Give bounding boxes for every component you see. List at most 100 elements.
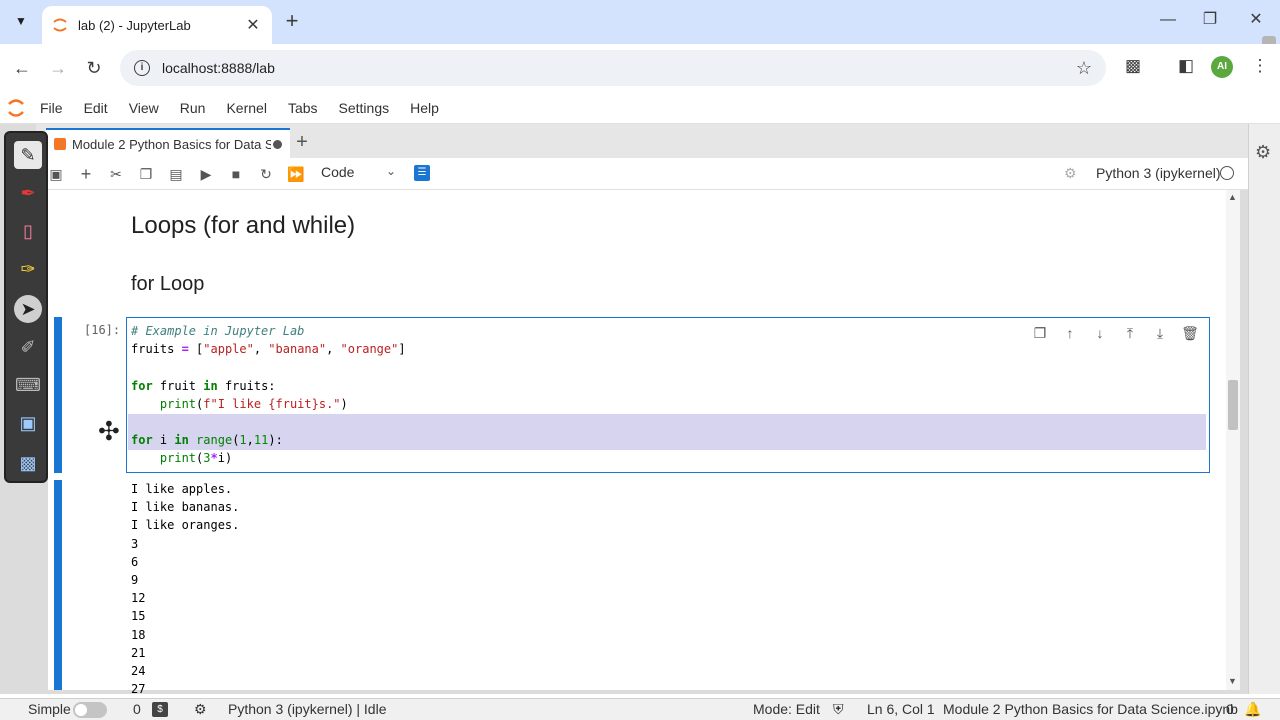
delete-trash-icon[interactable]: 🗑: [1181, 324, 1199, 342]
notebook-tab[interactable]: Module 2 Python Basics for Data Science.…: [46, 128, 290, 158]
address-bar[interactable]: i localhost:8888/lab ☆: [120, 50, 1106, 86]
forward-arrow-icon[interactable]: →: [44, 54, 72, 82]
pen-icon[interactable]: ✒: [14, 179, 42, 207]
scroll-down-arrow-icon[interactable]: ▼: [1228, 676, 1237, 686]
notebook-icon: [54, 138, 66, 150]
simple-mode-toggle[interactable]: [73, 702, 107, 718]
menu-settings[interactable]: Settings: [339, 100, 390, 116]
output-line: 21: [131, 645, 146, 660]
pointer-arrow-icon[interactable]: ➤: [14, 295, 42, 323]
move-up-arrow-icon[interactable]: ↑: [1061, 324, 1079, 342]
active-cell-indicator[interactable]: [54, 317, 62, 473]
menu-edit[interactable]: Edit: [84, 100, 108, 116]
output-line: 27: [131, 682, 146, 697]
browser-toolbar: ← → ↻ i localhost:8888/lab ☆ ▩ ◧ ⋮: [0, 44, 1280, 92]
restart-run-all-fast-forward-icon[interactable]: ⏩: [286, 164, 306, 184]
output-line: 3: [131, 536, 139, 551]
cell-output: I like apples. I like bananas. I like oran…: [131, 480, 239, 698]
back-arrow-icon[interactable]: ←: [8, 54, 36, 82]
close-icon[interactable]: ✕: [244, 15, 262, 35]
code-text[interactable]: # Example in Jupyter Lab fruits = ["appl…: [131, 322, 406, 468]
markdown-heading-loops: Loops (for and while): [131, 212, 356, 239]
browser-tabstrip: ▼ lab (2) - JupyterLab ✕ + — ❐ ✕: [0, 0, 1280, 62]
output-line: 24: [131, 664, 146, 679]
right-sidebar: ⚙: [1248, 124, 1280, 694]
terminal-icon[interactable]: $: [152, 702, 168, 717]
scroll-up-arrow-icon[interactable]: ▲: [1228, 192, 1237, 202]
notification-count: 0: [1226, 701, 1234, 717]
menu-view[interactable]: View: [129, 100, 159, 116]
browser-tab[interactable]: lab (2) - JupyterLab ✕: [42, 6, 272, 44]
site-info-icon[interactable]: i: [134, 60, 150, 76]
reload-icon[interactable]: ↻: [80, 54, 108, 82]
restore-icon[interactable]: ❐: [1200, 10, 1220, 30]
profile-avatar[interactable]: AI: [1211, 56, 1233, 78]
url-text[interactable]: localhost:8888/lab: [162, 60, 1076, 76]
browser-menu-kebab-icon[interactable]: ⋮: [1248, 56, 1272, 76]
kernel-status[interactable]: Python 3 (ipykernel) | Idle: [228, 701, 387, 717]
chevron-down-icon[interactable]: ⌄: [386, 164, 396, 178]
brush-icon[interactable]: ✐: [14, 333, 42, 361]
code-cell-editor[interactable]: # Example in Jupyter Lab fruits = ["appl…: [126, 317, 1210, 473]
output-line: 12: [131, 591, 146, 606]
screen-record-icon[interactable]: ▩: [14, 449, 42, 477]
menu-kernel[interactable]: Kernel: [226, 100, 266, 116]
whiteboard-icon[interactable]: ✎: [14, 141, 42, 169]
tab-search-chevron-icon[interactable]: ▼: [8, 8, 34, 34]
move-down-arrow-icon[interactable]: ↓: [1091, 324, 1109, 342]
terminal-count: 0: [133, 701, 141, 717]
menu-run[interactable]: Run: [180, 100, 206, 116]
cell-type-select[interactable]: Code: [321, 164, 354, 180]
keyboard-icon[interactable]: ⌨: [14, 371, 42, 399]
menu-file[interactable]: File: [40, 100, 63, 116]
copy-icon[interactable]: ❐: [136, 164, 156, 184]
jupyterlab-menubar: File Edit View Run Kernel Tabs Settings …: [0, 92, 1280, 124]
menu-help[interactable]: Help: [410, 100, 439, 116]
property-inspector-gear-icon[interactable]: ⚙: [1255, 142, 1271, 163]
side-panel-icon[interactable]: ◧: [1174, 56, 1198, 76]
interrupt-stop-icon[interactable]: ■: [226, 164, 246, 184]
paste-clipboard-icon[interactable]: ▤: [166, 164, 186, 184]
insert-below-icon[interactable]: ⤓: [1151, 324, 1169, 342]
window-close-icon[interactable]: ✕: [1246, 10, 1266, 30]
cell-toolbar: ❐ ↑ ↓ ⤒ ⤓ 🗑: [1031, 324, 1199, 342]
output-line: 18: [131, 627, 146, 642]
cursor-position[interactable]: Ln 6, Col 1: [867, 701, 935, 717]
shield-icon[interactable]: ⛨: [833, 701, 844, 718]
save-icon[interactable]: ▣: [46, 164, 66, 184]
insert-cell-plus-icon[interactable]: +: [76, 164, 96, 184]
duplicate-cell-icon[interactable]: ❐: [1031, 324, 1049, 342]
jupyter-logo-icon: [8, 98, 24, 117]
extensions-puzzle-icon[interactable]: ▩: [1121, 56, 1145, 76]
output-line: I like oranges.: [131, 518, 240, 533]
kernel-name[interactable]: Python 3 (ipykernel): [1096, 165, 1221, 181]
notebook-scroll-thumb[interactable]: [1228, 380, 1238, 430]
unsaved-dot-icon[interactable]: [273, 139, 282, 149]
screen-capture-icon[interactable]: ▣: [14, 409, 42, 437]
output-collapser[interactable]: [54, 480, 62, 690]
output-line: 6: [131, 554, 139, 569]
output-line: I like apples.: [131, 482, 233, 496]
kernel-activity-gear-icon: ⚙: [1064, 165, 1077, 181]
document-tabbar: Module 2 Python Basics for Data Science.…: [36, 124, 1248, 158]
run-play-icon[interactable]: ▶: [196, 164, 216, 184]
table-of-contents-icon[interactable]: ☰: [414, 165, 430, 181]
highlighter-icon[interactable]: ✑: [14, 255, 42, 283]
mode-indicator: Mode: Edit: [753, 701, 820, 717]
output-line: 15: [131, 609, 146, 624]
notebook-toolbar: ▣ + ✂ ❐ ▤ ▶ ■ ↻ ⏩ Code ⌄ ☰ ⚙ Python 3 (i…: [36, 158, 1248, 190]
minimize-icon[interactable]: —: [1158, 10, 1178, 30]
cut-scissors-icon[interactable]: ✂: [106, 164, 126, 184]
new-launcher-plus-icon[interactable]: +: [292, 130, 312, 154]
insert-above-icon[interactable]: ⤒: [1121, 324, 1139, 342]
new-tab-plus-icon[interactable]: +: [280, 10, 304, 34]
restart-kernel-icon[interactable]: ↻: [256, 164, 276, 184]
notebook-scrollbar[interactable]: [1226, 190, 1240, 690]
bookmark-star-icon[interactable]: ☆: [1076, 58, 1092, 79]
menu-tabs[interactable]: Tabs: [288, 100, 318, 116]
notification-bell-icon[interactable]: 🔔: [1244, 701, 1261, 718]
eraser-icon[interactable]: ▯: [14, 217, 42, 245]
status-filename: Module 2 Python Basics for Data Science.…: [943, 701, 1238, 717]
kernel-settings-gear-icon[interactable]: ⚙: [194, 701, 207, 718]
output-line: I like bananas.: [131, 500, 240, 515]
